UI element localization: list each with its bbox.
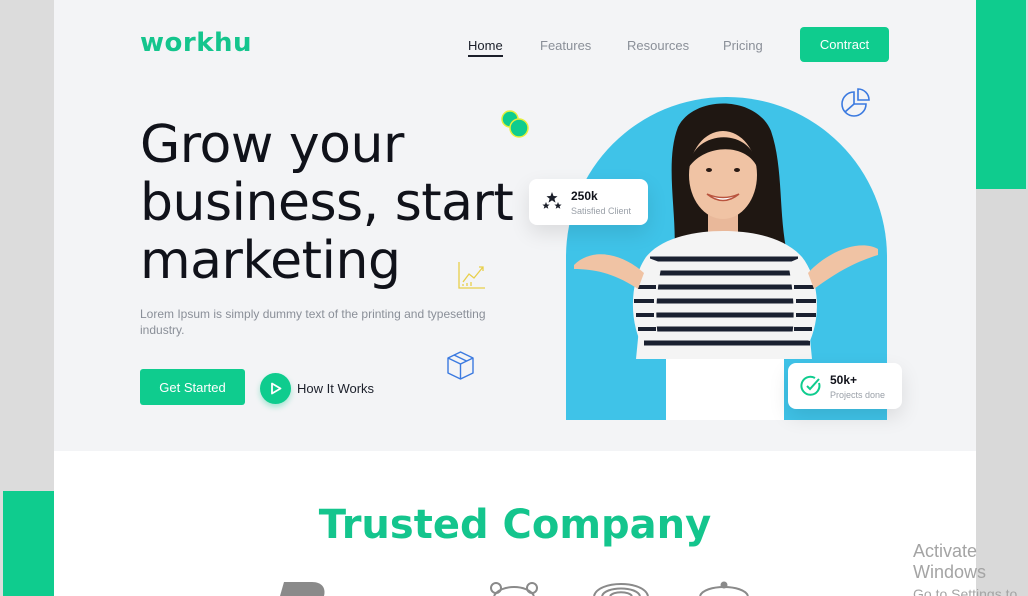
hero-section: workhu Home Features Resources Pricing C… [54, 0, 976, 451]
hero-subtext: Lorem Ipsum is simply dummy text of the … [140, 307, 486, 337]
projects-stat-value: 50k+ [830, 372, 858, 387]
partner-logo-circle-icon [699, 581, 749, 596]
activate-windows-subtitle: Go to Settings to activate Windows. [913, 586, 1018, 596]
play-icon [260, 372, 291, 404]
partner-logos-row [54, 578, 976, 596]
how-it-works-button[interactable]: How It Works [260, 372, 374, 404]
partner-logo-rings-icon [593, 583, 649, 596]
how-it-works-label: How It Works [297, 380, 375, 396]
stat-card-satisfied-clients: 250k Satisfied Client [529, 179, 648, 225]
trusted-company-heading: Trusted Company [318, 502, 712, 548]
nav-pricing-link[interactable]: Pricing [723, 38, 763, 53]
contract-button[interactable]: Contract [800, 27, 889, 62]
projects-stat-label: Projects done [830, 389, 886, 400]
right-gray-strip [976, 189, 1028, 596]
activate-windows-title: Activate Windows [913, 541, 987, 582]
brand-logo[interactable]: workhu [140, 28, 252, 58]
stat-card-projects-done: 50k+ Projects done [788, 363, 902, 409]
green-dots-icon [500, 110, 530, 144]
right-accent-block [976, 0, 1026, 189]
nav-home-link[interactable]: Home [468, 38, 503, 57]
pie-chart-icon [840, 87, 871, 122]
clients-stat-value: 250k [571, 188, 598, 203]
line-chart-icon [457, 260, 487, 294]
get-started-button[interactable]: Get Started [140, 369, 245, 405]
activate-windows-watermark: Activate Windows Go to Settings to activ… [913, 541, 1028, 596]
stars-icon [539, 189, 565, 215]
clients-stat-label: Satisfied Client [571, 205, 632, 216]
nav-features-link[interactable]: Features [540, 38, 591, 53]
check-circle-icon [798, 373, 824, 399]
nav-resources-link[interactable]: Resources [627, 38, 689, 53]
package-box-icon [445, 350, 476, 385]
left-accent-block [3, 491, 54, 596]
landing-page: workhu Home Features Resources Pricing C… [54, 0, 976, 596]
partner-logo-bear-icon [490, 582, 538, 596]
partner-logo-1 [280, 582, 325, 596]
